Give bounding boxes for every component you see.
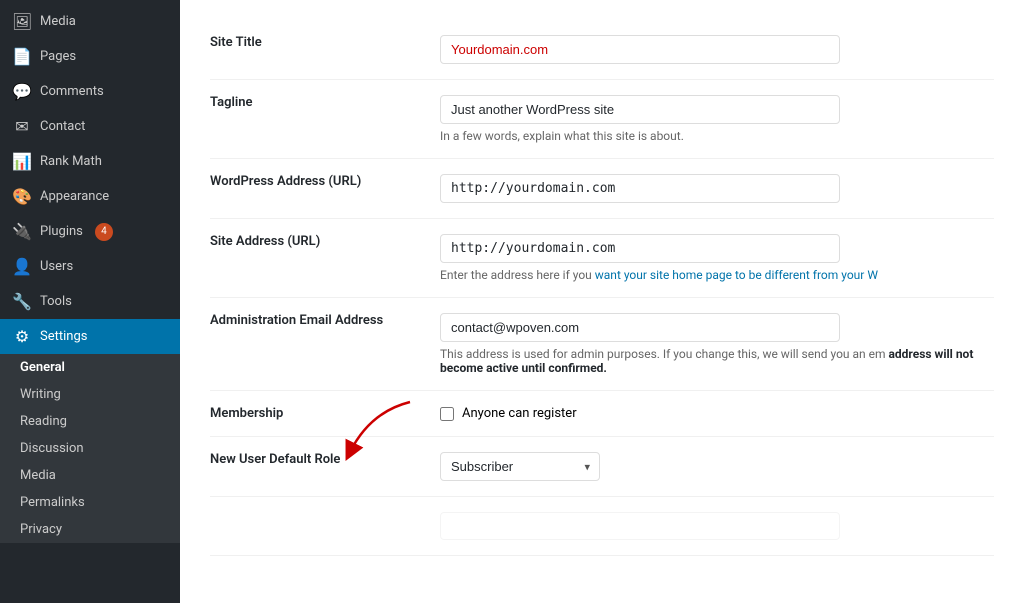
membership-label[interactable]: Anyone can register [440, 406, 984, 421]
site-title-input[interactable] [440, 35, 840, 64]
sidebar-item-pages[interactable]: 📄 Pages [0, 39, 180, 74]
tagline-input[interactable] [440, 95, 840, 124]
table-row: Tagline In a few words, explain what thi… [210, 80, 994, 159]
table-row: Site Address (URL) Enter the address her… [210, 219, 994, 298]
sidebar-item-appearance[interactable]: 🎨 Appearance [0, 179, 180, 214]
field-label-site-address: Site Address (URL) [210, 219, 430, 298]
sidebar-item-comments[interactable]: 💬 Comments [0, 74, 180, 109]
users-icon: 👤 [12, 257, 32, 276]
field-cell-default-role: Subscriber Contributor Author Editor Adm… [430, 437, 994, 497]
field-cell-admin-email: This address is used for admin purposes.… [430, 298, 994, 391]
field-label-admin-email: Administration Email Address [210, 298, 430, 391]
main-content: Site Title Tagline In a few words, expla… [180, 0, 1024, 603]
rankmath-icon: 📊 [12, 152, 32, 171]
site-address-input[interactable] [440, 234, 840, 263]
submenu-label: Media [20, 468, 56, 483]
submenu-item-writing[interactable]: Writing [0, 381, 180, 408]
tools-icon: 🔧 [12, 292, 32, 311]
plugins-badge: 4 [95, 223, 113, 241]
submenu-item-privacy[interactable]: Privacy [0, 516, 180, 543]
comments-icon: 💬 [12, 82, 32, 101]
appearance-icon: 🎨 [12, 187, 32, 206]
settings-icon: ⚙ [12, 327, 32, 346]
sidebar-item-label: Comments [40, 84, 104, 99]
membership-checkbox[interactable] [440, 407, 454, 421]
table-row: Site Title [210, 20, 994, 80]
sidebar-item-settings[interactable]: ⚙ Settings [0, 319, 180, 354]
empty-cell [430, 497, 994, 556]
default-role-select-wrap: Subscriber Contributor Author Editor Adm… [440, 452, 600, 481]
media-icon: 🖼 [12, 12, 32, 31]
field-label-membership: Membership [210, 391, 430, 437]
field-label-tagline: Tagline [210, 80, 430, 159]
table-row [210, 497, 994, 556]
field-label-default-role: New User Default Role [210, 437, 430, 497]
membership-checkbox-label: Anyone can register [462, 406, 577, 421]
table-row: Membership Anyone can register [210, 391, 994, 437]
field-cell-tagline: In a few words, explain what this site i… [430, 80, 994, 159]
admin-email-input[interactable] [440, 313, 840, 342]
sidebar-item-label: Users [40, 259, 73, 274]
submenu-label: General [20, 360, 65, 375]
sidebar-item-label: Contact [40, 119, 85, 134]
field-cell-wp-address [430, 159, 994, 219]
submenu-item-general[interactable]: General [0, 354, 180, 381]
pages-icon: 📄 [12, 47, 32, 66]
submenu-item-permalinks[interactable]: Permalinks [0, 489, 180, 516]
field-label-site-title: Site Title [210, 20, 430, 80]
table-row: Administration Email Address This addres… [210, 298, 994, 391]
default-role-select[interactable]: Subscriber Contributor Author Editor Adm… [440, 452, 600, 481]
tagline-desc: In a few words, explain what this site i… [440, 129, 984, 143]
site-address-link[interactable]: want your site home page to be different… [595, 268, 878, 282]
submenu-label: Reading [20, 414, 67, 429]
sidebar-item-rankmath[interactable]: 📊 Rank Math [0, 144, 180, 179]
field-cell-membership: Anyone can register [430, 391, 994, 437]
sidebar-item-label: Media [40, 14, 76, 29]
submenu-label: Writing [20, 387, 61, 402]
extra-input[interactable] [440, 512, 840, 540]
submenu-label: Discussion [20, 441, 84, 456]
sidebar-item-label: Appearance [40, 189, 109, 204]
submenu-label: Privacy [20, 522, 62, 537]
table-row: New User Default Role [210, 437, 994, 497]
wp-address-input[interactable] [440, 174, 840, 203]
settings-form: Site Title Tagline In a few words, expla… [180, 0, 1024, 603]
sidebar-item-label: Pages [40, 49, 76, 64]
contact-icon: ✉ [12, 117, 32, 136]
submenu-label: Permalinks [20, 495, 85, 510]
plugins-icon: 🔌 [12, 222, 32, 241]
submenu-item-media[interactable]: Media [0, 462, 180, 489]
empty-label [210, 497, 430, 556]
sidebar-item-tools[interactable]: 🔧 Tools [0, 284, 180, 319]
admin-email-warning: address will not become active until con… [440, 347, 973, 375]
field-label-wp-address: WordPress Address (URL) [210, 159, 430, 219]
table-row: WordPress Address (URL) [210, 159, 994, 219]
field-cell-site-title [430, 20, 994, 80]
sidebar-item-plugins[interactable]: 🔌 Plugins 4 [0, 214, 180, 249]
site-address-desc: Enter the address here if you want your … [440, 268, 984, 282]
sidebar-item-users[interactable]: 👤 Users [0, 249, 180, 284]
sidebar-item-label: Rank Math [40, 154, 102, 169]
submenu-item-discussion[interactable]: Discussion [0, 435, 180, 462]
settings-table: Site Title Tagline In a few words, expla… [210, 20, 994, 556]
sidebar: 🖼 Media 📄 Pages 💬 Comments ✉ Contact 📊 R… [0, 0, 180, 603]
submenu-item-reading[interactable]: Reading [0, 408, 180, 435]
field-cell-site-address: Enter the address here if you want your … [430, 219, 994, 298]
sidebar-item-label: Settings [40, 329, 87, 344]
sidebar-item-media[interactable]: 🖼 Media [0, 4, 180, 39]
sidebar-item-label: Plugins [40, 224, 83, 239]
admin-email-desc: This address is used for admin purposes.… [440, 347, 984, 375]
sidebar-item-contact[interactable]: ✉ Contact [0, 109, 180, 144]
sidebar-item-label: Tools [40, 294, 72, 309]
